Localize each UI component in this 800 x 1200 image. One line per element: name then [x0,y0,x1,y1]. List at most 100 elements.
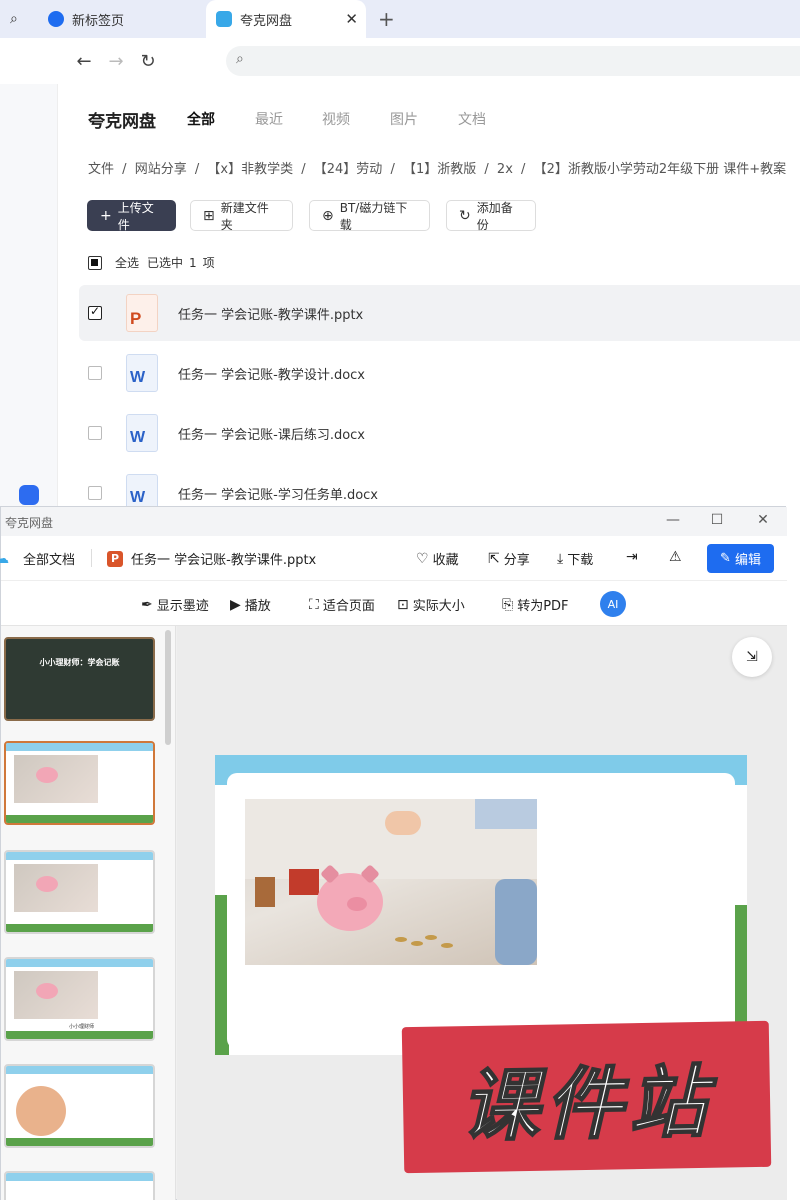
file-name[interactable]: 任务一 学会记账-学习任务单.docx [178,484,378,503]
slide-thumbnail-selected[interactable] [4,741,155,825]
file-checkbox[interactable] [88,486,102,500]
actual-size-button[interactable]: ⊡ 实际大小 [397,595,465,615]
slide-thumbnail[interactable] [4,1171,155,1200]
piggy-bank-photo [245,799,537,965]
pencil-icon: ✎ [720,551,731,566]
add-backup-button[interactable]: ↻ 添加备份 [446,200,536,232]
viewer-window-title: 夸克网盘 [5,516,54,530]
feedback-icon[interactable]: ⚠ [669,549,686,565]
watermark-stamp: 课件站 [401,1020,772,1174]
tab-images[interactable]: 图片 [390,109,418,129]
play-icon: ▶ [230,596,241,613]
assistant-icon[interactable] [19,485,39,505]
file-name[interactable]: 任务一 学会记账-教学课件.pptx [178,304,363,323]
download-button[interactable]: ⤓ 下载 [557,549,593,569]
viewer-title-bar: 夸克网盘 — ☐ ✕ [1,507,787,536]
breadcrumb-item[interactable]: 【1】浙教版 [403,162,476,177]
pdf-icon: ⎘ [502,596,514,613]
favorite-button[interactable]: ♡ 收藏 [416,549,459,569]
fit-page-icon: ⛶ [309,596,319,613]
file-name[interactable]: 任务一 学会记账-教学设计.docx [178,364,365,383]
maximize-icon[interactable]: ☐ [708,512,726,528]
actual-size-icon: ⊡ [397,596,409,613]
file-name[interactable]: 任务一 学会记账-课后练习.docx [178,424,365,443]
docx-file-icon: W [126,354,158,392]
tab-quark-drive[interactable]: 夸克网盘 ✕ [206,0,366,38]
tab-documents[interactable]: 文档 [458,109,486,129]
file-row[interactable]: W 任务一 学会记账-课后练习.docx [79,405,800,461]
share-icon: ⇱ [488,550,500,567]
ai-assistant-icon[interactable]: AI [600,591,626,617]
all-documents-button[interactable]: ☁ 全部文档 [0,549,75,569]
selection-bar: 全选 已选中 1 项 [88,254,215,271]
browser-tab-bar: ⌕ 新标签页 夸克网盘 ✕ + [0,0,800,38]
reload-icon[interactable]: ↻ [135,48,161,74]
breadcrumb-item[interactable]: 【24】劳动 [314,162,383,177]
tab-all[interactable]: 全部 [187,109,215,129]
tab-search-icon[interactable]: ⌕ [10,0,32,38]
drive-brand: 夸克网盘 [88,112,156,132]
new-folder-button[interactable]: ⊞ 新建文件夹 [190,200,293,232]
sync-icon: ↻ [459,207,471,224]
sidebar [0,84,58,506]
select-all-label[interactable]: 全选 [115,254,139,271]
viewer-toolbar: ✒ 显示墨迹 ▶ 播放 ⛶ 适合页面 ⊡ 实际大小 ⎘ 转为PDF AI [1,581,787,626]
breadcrumb-item[interactable]: 【x】非教学类 [207,162,293,177]
ink-pen-icon: ✒ [141,596,153,613]
share-button[interactable]: ⇱ 分享 [488,549,530,569]
slide-thumbnail[interactable] [4,1064,155,1148]
slide-thumbnail-panel: 小小理财师：学会记账 小小理财师 [1,626,176,1200]
slide-thumbnail[interactable] [4,850,155,934]
download-icon: ⤓ [557,550,564,567]
tab-video[interactable]: 视频 [322,109,350,129]
current-slide [215,755,747,1055]
cloud-icon: ☁ [0,550,9,567]
file-row[interactable]: W 任务一 学会记账-教学设计.docx [79,345,800,401]
divider [91,549,92,567]
search-icon: ⌕ [236,51,244,67]
address-bar[interactable]: ⌕ [226,46,800,76]
bt-download-button[interactable]: ⊕ BT/磁力链下载 [309,200,430,232]
tab-new-tab[interactable]: 新标签页 [48,0,198,38]
pptx-file-icon: P [126,294,158,332]
plus-icon: + [100,207,112,224]
forward-arrow-icon[interactable]: → [103,48,129,74]
breadcrumb-item[interactable]: 【2】浙教版小学劳动2年级下册 课件+教案 [534,162,787,177]
browser-logo-icon [48,11,64,27]
file-row[interactable]: P 任务一 学会记账-教学课件.pptx [79,285,800,341]
breadcrumb-item[interactable]: 文件 [88,162,114,177]
file-checkbox[interactable] [88,366,102,380]
show-ink-button[interactable]: ✒ 显示墨迹 [141,595,209,615]
bt-icon: ⊕ [322,207,334,224]
tab-recent[interactable]: 最近 [255,109,283,129]
docx-file-icon: W [126,414,158,452]
viewer-header: ☁ 全部文档 P 任务一 学会记账-教学课件.pptx ♡ 收藏 ⇱ 分享 ⤓ … [0,536,787,581]
fit-width-icon[interactable]: ⇲ [732,637,772,677]
current-file: P 任务一 学会记账-教学课件.pptx [107,549,316,568]
heart-icon: ♡ [416,550,429,567]
thumbnail-scrollbar[interactable] [165,630,171,745]
fit-page-button[interactable]: ⛶ 适合页面 [309,595,375,615]
close-window-icon[interactable]: ✕ [754,512,772,528]
cloud-icon [216,11,232,27]
edit-button[interactable]: ✎ 编辑 [707,544,774,573]
export-icon[interactable]: ⇥ [626,549,642,565]
folder-plus-icon: ⊞ [203,207,215,224]
upload-button[interactable]: + 上传文件 [87,200,176,232]
slide-thumbnail[interactable]: 小小理财师 [4,957,155,1041]
close-tab-icon[interactable]: ✕ [345,10,358,28]
file-checkbox[interactable] [88,304,102,320]
convert-pdf-button[interactable]: ⎘ 转为PDF [502,595,569,615]
play-button[interactable]: ▶ 播放 [230,595,271,615]
breadcrumb: 文件 / 网站分享 / 【x】非教学类 / 【24】劳动 / 【1】浙教版 / … [88,162,787,177]
breadcrumb-item[interactable]: 网站分享 [135,162,187,177]
new-tab-plus-icon[interactable]: + [378,0,395,38]
select-all-checkbox[interactable] [88,255,102,270]
back-arrow-icon[interactable]: ← [71,48,97,74]
file-checkbox[interactable] [88,426,102,440]
minimize-icon[interactable]: — [664,512,682,528]
pptx-file-icon: P [107,550,123,567]
breadcrumb-item[interactable]: 2x [497,162,513,177]
drive-main: 夸克网盘 全部 最近 视频 图片 文档 文件 / 网站分享 / 【x】非教学类 … [58,84,800,512]
slide-thumbnail[interactable]: 小小理财师：学会记账 [4,637,155,721]
